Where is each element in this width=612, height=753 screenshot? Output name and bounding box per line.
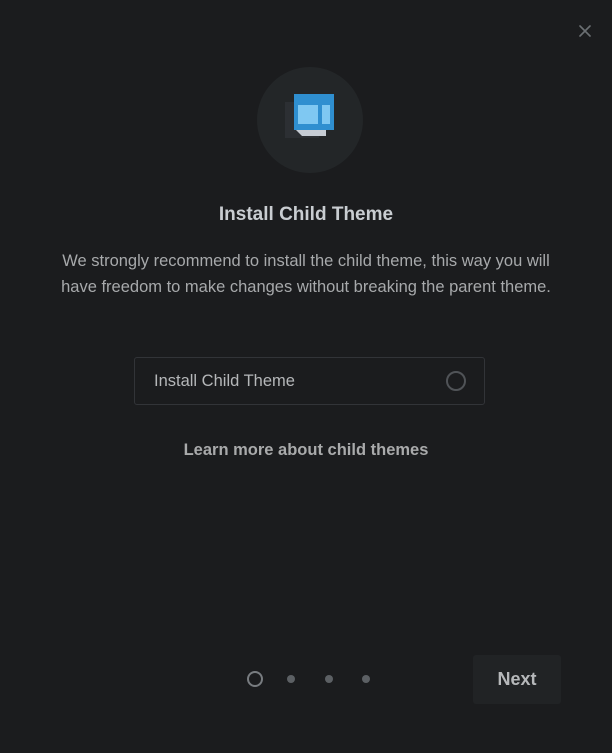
close-button[interactable] (574, 20, 596, 42)
step-dot-3[interactable] (325, 675, 333, 683)
step-pager (245, 669, 375, 689)
step-dot-1[interactable] (247, 671, 263, 687)
close-icon (579, 25, 591, 37)
learn-more-link[interactable]: Learn more about child themes (0, 438, 612, 462)
hero-icon-circle (257, 67, 363, 173)
step-dot-4[interactable] (362, 675, 370, 683)
install-child-theme-dialog: Install Child Theme We strongly recommen… (0, 0, 612, 753)
next-button[interactable]: Next (473, 655, 561, 704)
install-option-radio[interactable] (446, 371, 466, 391)
install-child-theme-option[interactable]: Install Child Theme (134, 357, 485, 405)
dialog-title: Install Child Theme (218, 204, 394, 225)
dialog-description: We strongly recommend to install the chi… (61, 252, 551, 296)
install-option-label: Install Child Theme (154, 371, 295, 390)
child-theme-icon (282, 90, 338, 151)
step-dot-2[interactable] (287, 675, 295, 683)
